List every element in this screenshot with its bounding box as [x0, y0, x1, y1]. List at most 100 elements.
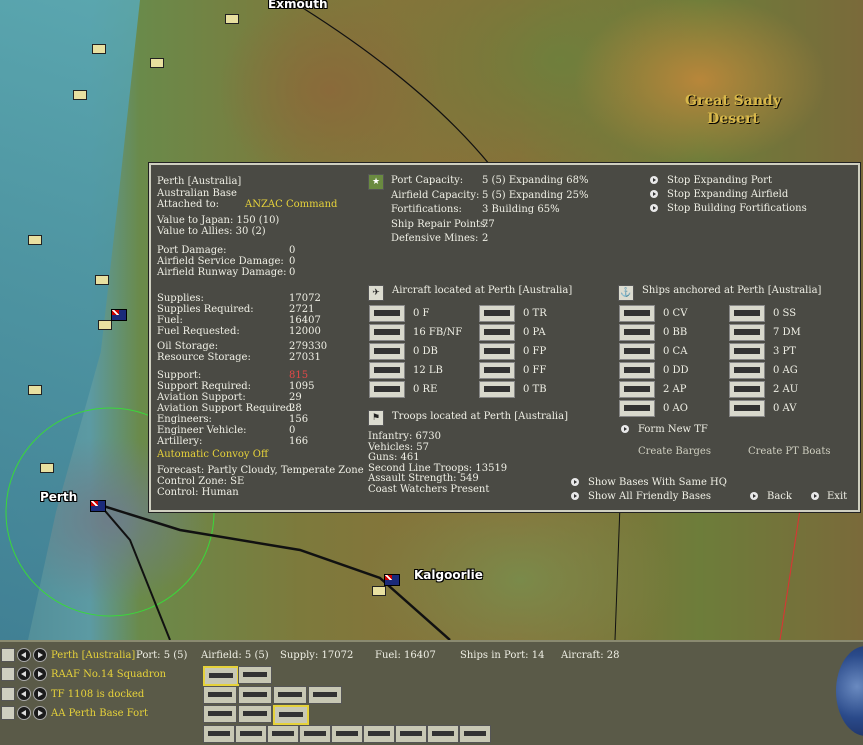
stat-label: Resource Storage:	[157, 352, 251, 363]
airfield-icon[interactable]	[40, 463, 54, 473]
map-base-marker[interactable]	[98, 320, 112, 330]
next-tf-arrow[interactable]	[33, 687, 47, 701]
play-icon[interactable]	[571, 492, 579, 500]
ship-type-button[interactable]	[619, 362, 655, 379]
prev-base-arrow[interactable]	[17, 648, 31, 662]
selected-base-name[interactable]: Perth [Australia]	[51, 651, 135, 661]
play-icon[interactable]	[621, 425, 629, 433]
unit-type-button[interactable]	[203, 705, 237, 723]
unit-type-button[interactable]	[395, 725, 427, 743]
aircraft-type-button[interactable]	[479, 305, 515, 322]
ship-type-button[interactable]	[729, 305, 765, 322]
unit-type-button[interactable]	[238, 686, 272, 704]
ship-type-button[interactable]	[729, 381, 765, 398]
troop-line: Vehicles: 57	[368, 441, 429, 453]
create-pt-boats-button[interactable]: Create PT Boats	[748, 447, 831, 457]
ship-type-button[interactable]	[729, 324, 765, 341]
aircraft-icon[interactable]	[1, 667, 15, 681]
next-unit-arrow[interactable]	[33, 706, 47, 720]
unit-type-button[interactable]	[273, 705, 309, 725]
unit-type-button[interactable]	[203, 725, 235, 743]
aircraft-type-button[interactable]	[369, 324, 405, 341]
next-base-arrow[interactable]	[33, 648, 47, 662]
range-arc	[289, 0, 491, 166]
airfield-icon[interactable]	[150, 58, 164, 68]
back-button[interactable]: Back	[767, 492, 792, 502]
exit-button[interactable]: Exit	[827, 492, 847, 502]
stop-expanding-port-button[interactable]: Stop Expanding Port	[667, 176, 772, 186]
flag-icon[interactable]	[1, 706, 15, 720]
selected-tf[interactable]: TF 1108 is docked	[51, 690, 144, 700]
prev-squadron-arrow[interactable]	[17, 667, 31, 681]
aircraft-type-button[interactable]	[369, 381, 405, 398]
aircraft-type-button[interactable]	[479, 362, 515, 379]
ship-type-button[interactable]	[729, 362, 765, 379]
play-icon[interactable]	[650, 204, 658, 212]
attached-hq-link[interactable]: ANZAC Command	[245, 200, 337, 210]
unit-type-button[interactable]	[238, 705, 272, 723]
australia-flag-icon[interactable]	[384, 574, 400, 586]
auto-convoy-toggle[interactable]: Automatic Convoy Off	[157, 450, 268, 460]
aircraft-header: Aircraft located at Perth [Australia]	[392, 285, 573, 296]
ship-silhouette-icon	[624, 310, 650, 316]
next-squadron-arrow[interactable]	[33, 667, 47, 681]
show-all-friendly-bases-button[interactable]: Show All Friendly Bases	[588, 492, 711, 502]
ship-type-button[interactable]	[619, 305, 655, 322]
unit-type-button[interactable]	[235, 725, 267, 743]
map-base-marker[interactable]	[372, 586, 386, 596]
play-icon[interactable]	[650, 190, 658, 198]
ship-type-button[interactable]	[619, 324, 655, 341]
exit-icon[interactable]	[811, 492, 819, 500]
australia-flag-icon[interactable]	[111, 309, 127, 321]
star-icon: ★	[368, 174, 384, 190]
ship-type-button[interactable]	[619, 381, 655, 398]
unit-type-button[interactable]	[308, 686, 342, 704]
ship-icon[interactable]	[1, 687, 15, 701]
selected-unit[interactable]: AA Perth Base Fort	[51, 709, 148, 719]
prev-tf-arrow[interactable]	[17, 687, 31, 701]
create-barges-button[interactable]: Create Barges	[638, 447, 711, 457]
unit-type-button[interactable]	[273, 686, 307, 704]
unit-type-button[interactable]	[427, 725, 459, 743]
airfield-icon[interactable]	[28, 235, 42, 245]
back-icon[interactable]	[750, 492, 758, 500]
unit-type-button[interactable]	[299, 725, 331, 743]
australia-flag-icon[interactable]	[90, 500, 106, 512]
selected-squadron[interactable]: RAAF No.14 Squadron	[51, 670, 166, 680]
aircraft-type-button[interactable]	[369, 343, 405, 360]
ship-type-button[interactable]	[729, 400, 765, 417]
stat-value: 166	[289, 436, 309, 447]
unit-type-button[interactable]	[203, 666, 239, 686]
stop-expanding-airfield-button[interactable]: Stop Expanding Airfield	[667, 190, 788, 200]
aircraft-type-button[interactable]	[479, 324, 515, 341]
ship-type-button[interactable]	[619, 400, 655, 417]
stat-value: 2721	[289, 304, 315, 315]
unit-type-button[interactable]	[331, 725, 363, 743]
stop-building-fortifications-button[interactable]: Stop Building Fortifications	[667, 204, 807, 214]
aircraft-type-button[interactable]	[369, 362, 405, 379]
airfield-icon[interactable]	[92, 44, 106, 54]
aircraft-type-button[interactable]	[479, 343, 515, 360]
unit-type-button[interactable]	[238, 666, 272, 684]
aircraft-count: 0 TR	[523, 308, 547, 319]
show-bases-same-hq-button[interactable]: Show Bases With Same HQ	[588, 478, 727, 488]
ship-silhouette-icon	[624, 348, 650, 354]
unit-type-button[interactable]	[363, 725, 395, 743]
aircraft-type-button[interactable]	[479, 381, 515, 398]
ship-type-button[interactable]	[619, 343, 655, 360]
map-base-marker[interactable]	[225, 14, 239, 24]
play-icon[interactable]	[650, 176, 658, 184]
airfield-icon[interactable]	[28, 385, 42, 395]
stat-label: Support:	[157, 370, 202, 381]
prev-unit-arrow[interactable]	[17, 706, 31, 720]
airfield-icon[interactable]	[95, 275, 109, 285]
unit-type-button[interactable]	[267, 725, 299, 743]
anchor-icon[interactable]	[1, 648, 15, 662]
ship-type-button[interactable]	[729, 343, 765, 360]
unit-type-button[interactable]	[203, 686, 237, 704]
unit-type-button[interactable]	[459, 725, 491, 743]
airfield-icon[interactable]	[73, 90, 87, 100]
play-icon[interactable]	[571, 478, 579, 486]
aircraft-type-button[interactable]	[369, 305, 405, 322]
form-new-tf-button[interactable]: Form New TF	[638, 425, 708, 435]
